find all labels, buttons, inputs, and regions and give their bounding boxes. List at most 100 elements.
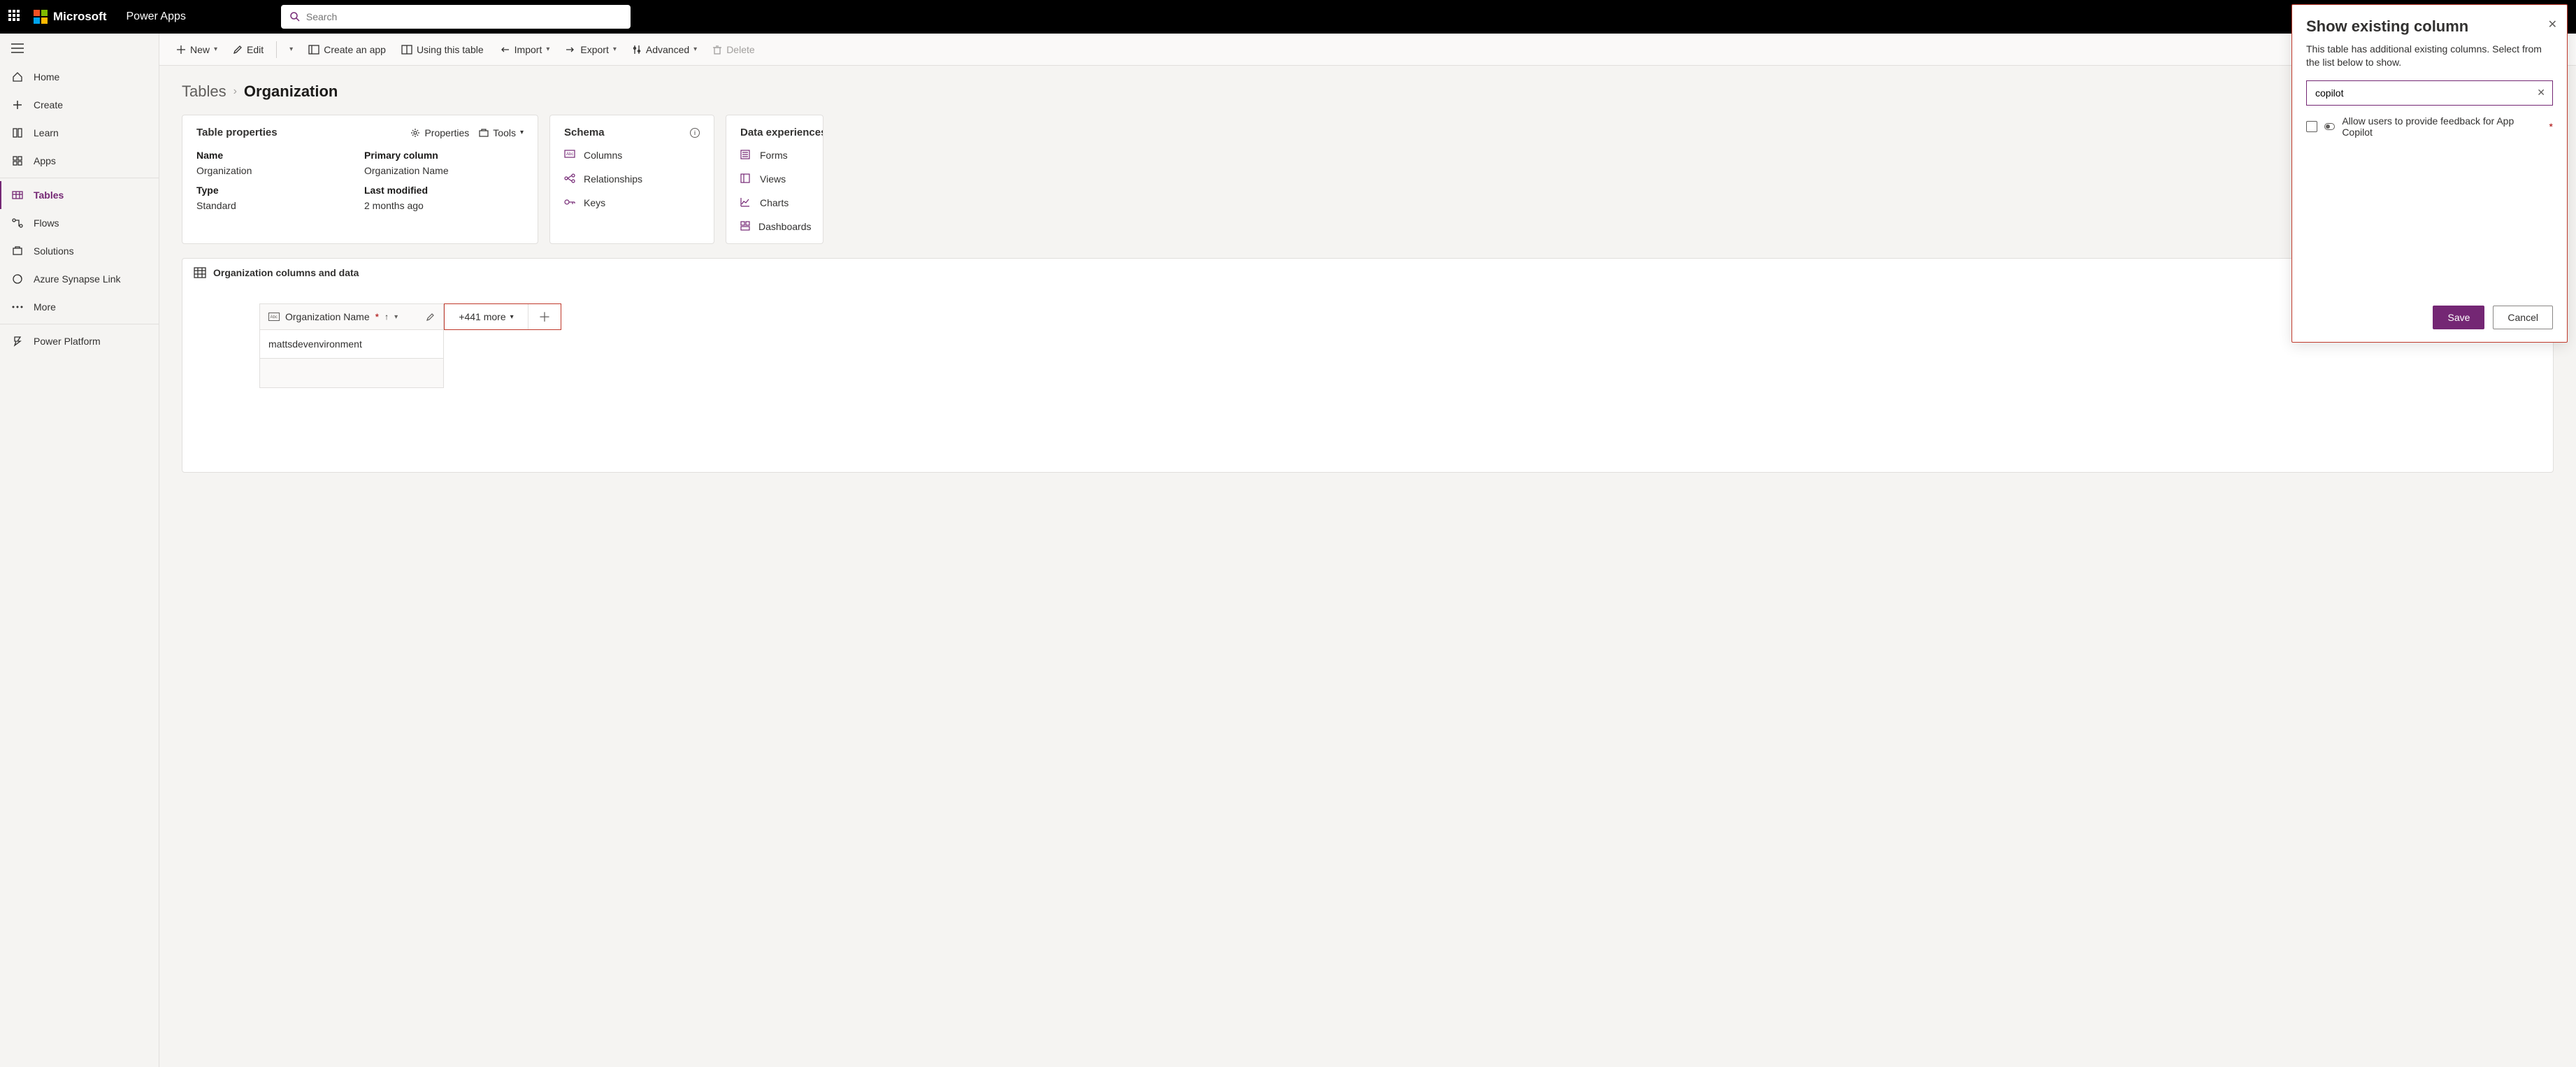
chevron-down-icon[interactable]: ▾ <box>394 313 398 321</box>
data-experiences-card: Data experiences Forms Views <box>726 115 823 244</box>
info-icon[interactable]: i <box>690 128 700 138</box>
nav-create[interactable]: Create <box>0 91 159 119</box>
more-columns-button[interactable]: +441 more ▾ <box>445 304 528 329</box>
panel-search-input[interactable] <box>2307 81 2552 105</box>
panel-description: This table has additional existing colum… <box>2306 43 2553 69</box>
main-content: New ▾ Edit ▾ Create an app Using this ta… <box>159 34 2576 1067</box>
nav-more[interactable]: More <box>0 293 159 321</box>
cmd-delete[interactable]: Delete <box>707 40 760 59</box>
column-header-org-name[interactable]: Abc Organization Name* ↑ ▾ <box>259 303 444 330</box>
left-nav: Home Create Learn Apps Tables Flows Solu… <box>0 34 159 1067</box>
more-columns-highlight: +441 more ▾ ＋ <box>444 303 561 330</box>
modified-value: 2 months ago <box>364 200 524 211</box>
cmd-export-label: Export <box>580 44 608 55</box>
cmd-new[interactable]: New ▾ <box>171 40 223 59</box>
nav-learn[interactable]: Learn <box>0 119 159 147</box>
dexp-forms-label: Forms <box>760 150 788 161</box>
dexp-charts[interactable]: Charts <box>740 197 809 208</box>
top-bar: Microsoft Power Apps <box>0 0 2576 34</box>
close-button[interactable]: ✕ <box>2548 17 2557 31</box>
required-indicator: * <box>375 311 379 322</box>
tools-button[interactable]: Tools ▾ <box>479 127 524 138</box>
plus-icon <box>176 45 186 55</box>
cmd-import-label: Import <box>515 44 542 55</box>
columns-data-card: Organization columns and data Abc Organi… <box>182 258 2554 473</box>
nav-collapse-button[interactable] <box>0 34 159 63</box>
schema-keys-label: Keys <box>584 197 605 208</box>
cmd-using-table[interactable]: Using this table <box>396 40 489 59</box>
cell-org-name[interactable]: mattsdevenvironment <box>259 330 444 359</box>
nav-tables[interactable]: Tables <box>0 181 159 209</box>
schema-relationships[interactable]: Relationships <box>564 173 700 185</box>
flow-icon <box>11 217 24 229</box>
table-icon <box>11 189 24 201</box>
export-icon <box>565 45 576 55</box>
nav-apps[interactable]: Apps <box>0 147 159 175</box>
required-indicator: * <box>2549 121 2553 132</box>
synapse-icon <box>11 273 24 285</box>
data-table: Abc Organization Name* ↑ ▾ +441 mo <box>259 303 2547 388</box>
table-properties-title: Table properties <box>196 127 278 138</box>
nav-power-platform[interactable]: Power Platform <box>0 327 159 355</box>
nav-synapse[interactable]: Azure Synapse Link <box>0 265 159 293</box>
column-option-row[interactable]: Allow users to provide feedback for App … <box>2306 115 2553 138</box>
nav-apps-label: Apps <box>34 155 56 166</box>
breadcrumb-parent[interactable]: Tables <box>182 83 226 101</box>
schema-keys[interactable]: Keys <box>564 197 700 208</box>
edit-column-icon[interactable] <box>426 313 435 322</box>
cmd-separator <box>276 41 277 58</box>
dexp-dashboards[interactable]: Dashboards <box>740 221 809 232</box>
cmd-export[interactable]: Export ▾ <box>559 40 622 59</box>
chevron-down-icon: ▾ <box>613 45 617 53</box>
schema-columns[interactable]: Abc Columns <box>564 150 700 161</box>
sliders-icon <box>632 45 642 55</box>
cmd-edit-dropdown[interactable]: ▾ <box>284 41 298 57</box>
dexp-charts-label: Charts <box>760 197 789 208</box>
cmd-create-app-label: Create an app <box>324 44 386 55</box>
microsoft-brand-text: Microsoft <box>53 10 107 24</box>
cmd-import[interactable]: Import ▾ <box>494 40 556 59</box>
save-button[interactable]: Save <box>2433 306 2484 329</box>
nav-home-label: Home <box>34 71 59 83</box>
command-bar: New ▾ Edit ▾ Create an app Using this ta… <box>159 34 2576 66</box>
column-checkbox[interactable] <box>2306 121 2317 132</box>
search-input[interactable] <box>306 11 622 22</box>
empty-cell <box>259 359 444 388</box>
cmd-new-label: New <box>190 44 210 55</box>
schema-card: Schema i Abc Columns Relationships <box>549 115 714 244</box>
plus-icon <box>11 99 24 111</box>
sort-asc-icon: ↑ <box>384 312 389 322</box>
properties-button[interactable]: Properties <box>410 127 469 138</box>
cmd-create-app[interactable]: Create an app <box>303 40 391 59</box>
cancel-button[interactable]: Cancel <box>2493 306 2553 329</box>
apps-icon <box>11 155 24 167</box>
clear-search-icon[interactable]: ✕ <box>2537 87 2545 99</box>
nav-flows[interactable]: Flows <box>0 209 159 237</box>
panel-search-box[interactable]: ✕ <box>2306 80 2553 106</box>
table-properties-card: Table properties Properties Tools ▾ <box>182 115 538 244</box>
dexp-dashboards-label: Dashboards <box>758 221 812 232</box>
search-box[interactable] <box>281 5 631 29</box>
keys-icon <box>564 197 575 208</box>
dexp-forms[interactable]: Forms <box>740 150 809 161</box>
tools-button-label: Tools <box>493 127 516 138</box>
chevron-down-icon: ▾ <box>520 129 524 136</box>
nav-home[interactable]: Home <box>0 63 159 91</box>
nav-synapse-label: Azure Synapse Link <box>34 273 121 285</box>
cmd-advanced[interactable]: Advanced ▾ <box>626 40 703 59</box>
microsoft-logo-icon <box>34 10 48 24</box>
nav-solutions[interactable]: Solutions <box>0 237 159 265</box>
add-column-button[interactable]: ＋ <box>528 304 561 329</box>
primary-column-label: Primary column <box>364 150 524 161</box>
columns-data-title: Organization columns and data <box>213 267 359 278</box>
modified-label: Last modified <box>364 185 524 196</box>
nav-create-label: Create <box>34 99 63 110</box>
app-launcher-icon[interactable] <box>8 10 22 24</box>
table-row[interactable]: mattsdevenvironment <box>259 330 2547 359</box>
dexp-views[interactable]: Views <box>740 173 809 185</box>
views-icon <box>740 173 751 185</box>
cmd-edit[interactable]: Edit <box>227 40 269 59</box>
svg-text:Abc: Abc <box>271 315 278 320</box>
more-columns-label: +441 more <box>459 311 505 322</box>
nav-learn-label: Learn <box>34 127 59 138</box>
